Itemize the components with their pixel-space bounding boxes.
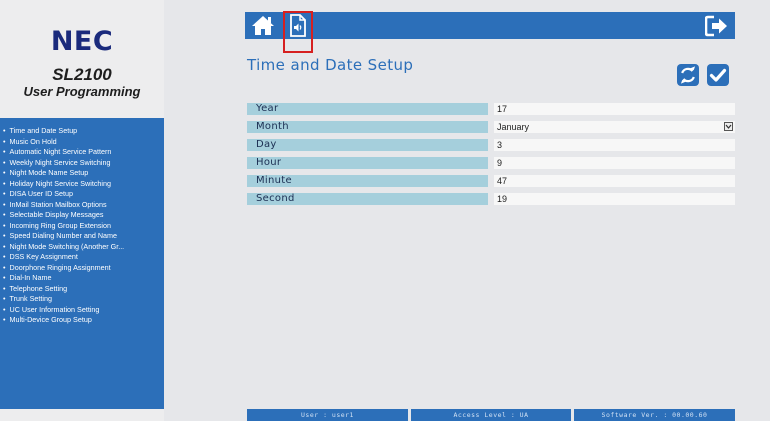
day-field[interactable]: 3 xyxy=(494,139,735,151)
sidebar-item-time-and-date-setup[interactable]: Time and Date Setup xyxy=(0,126,164,137)
sidebar-item-automatic-night-service-pattern[interactable]: Automatic Night Service Pattern xyxy=(0,147,164,158)
home-button[interactable] xyxy=(251,14,275,37)
music-button-highlight xyxy=(283,11,313,53)
logout-button[interactable] xyxy=(704,15,729,37)
sidebar: NEC SL2100 User Programming Time and Dat… xyxy=(0,0,164,421)
status-access-level: Access Level : UA xyxy=(411,409,571,421)
sidebar-footer xyxy=(0,409,164,421)
sidebar-item-disa-user-id-setup[interactable]: DISA User ID Setup xyxy=(0,189,164,200)
product-subtitle: User Programming xyxy=(23,84,141,99)
month-selected-value: January xyxy=(497,122,530,132)
product-name: SL2100 xyxy=(52,65,112,84)
sidebar-item-multi-device-group-setup[interactable]: Multi-Device Group Setup xyxy=(0,315,164,326)
top-toolbar xyxy=(245,12,735,39)
nec-logo: NEC xyxy=(50,26,114,57)
day-label: Day xyxy=(247,139,488,151)
refresh-icon xyxy=(680,66,696,84)
sidebar-item-selectable-display-messages[interactable]: Selectable Display Messages xyxy=(0,210,164,221)
sidebar-item-inmail-station-mailbox-options[interactable]: InMail Station Mailbox Options xyxy=(0,200,164,211)
sidebar-item-night-mode-switching[interactable]: Night Mode Switching (Another Gr... xyxy=(0,242,164,253)
page-title: Time and Date Setup xyxy=(247,56,414,74)
sidebar-item-dss-key-assignment[interactable]: DSS Key Assignment xyxy=(0,252,164,263)
sidebar-item-night-mode-name-setup[interactable]: Night Mode Name Setup xyxy=(0,168,164,179)
second-field[interactable]: 19 xyxy=(494,193,735,205)
status-software-version: Software Ver. : 00.00.60 xyxy=(574,409,735,421)
sidebar-menu: Time and Date Setup Music On Hold Automa… xyxy=(0,118,164,417)
status-user: User : user1 xyxy=(247,409,408,421)
hour-label: Hour xyxy=(247,157,488,169)
checkmark-icon xyxy=(709,68,727,82)
hour-field[interactable]: 9 xyxy=(494,157,735,169)
chevron-down-icon[interactable] xyxy=(724,122,733,131)
year-row: Year 17 xyxy=(247,103,735,115)
minute-label: Minute xyxy=(247,175,488,187)
hour-row: Hour 9 xyxy=(247,157,735,169)
brand-panel: NEC SL2100 User Programming xyxy=(0,0,164,118)
sidebar-item-weekly-night-service-switching[interactable]: Weekly Night Service Switching xyxy=(0,158,164,169)
sidebar-item-speed-dialing-number-and-name[interactable]: Speed Dialing Number and Name xyxy=(0,231,164,242)
sidebar-item-telephone-setting[interactable]: Telephone Setting xyxy=(0,284,164,295)
sidebar-item-music-on-hold[interactable]: Music On Hold xyxy=(0,137,164,148)
home-icon xyxy=(252,16,274,35)
second-row: Second 19 xyxy=(247,193,735,205)
sidebar-item-dial-in-name[interactable]: Dial-In Name xyxy=(0,273,164,284)
sidebar-item-doorphone-ringing-assignment[interactable]: Doorphone Ringing Assignment xyxy=(0,263,164,274)
sidebar-item-uc-user-information-setting[interactable]: UC User Information Setting xyxy=(0,305,164,316)
month-label: Month xyxy=(247,121,488,133)
sidebar-item-incoming-ring-group-extension[interactable]: Incoming Ring Group Extension xyxy=(0,221,164,232)
sidebar-item-trunk-setting[interactable]: Trunk Setting xyxy=(0,294,164,305)
apply-button[interactable] xyxy=(707,64,729,86)
year-field[interactable]: 17 xyxy=(494,103,735,115)
refresh-button[interactable] xyxy=(677,64,699,86)
sidebar-item-holiday-night-service-switching[interactable]: Holiday Night Service Switching xyxy=(0,179,164,190)
day-row: Day 3 xyxy=(247,139,735,151)
minute-row: Minute 47 xyxy=(247,175,735,187)
year-label: Year xyxy=(247,103,488,115)
second-label: Second xyxy=(247,193,488,205)
logout-icon xyxy=(704,15,727,37)
month-row: Month January xyxy=(247,121,735,133)
minute-field[interactable]: 47 xyxy=(494,175,735,187)
month-select[interactable]: January xyxy=(494,121,735,133)
